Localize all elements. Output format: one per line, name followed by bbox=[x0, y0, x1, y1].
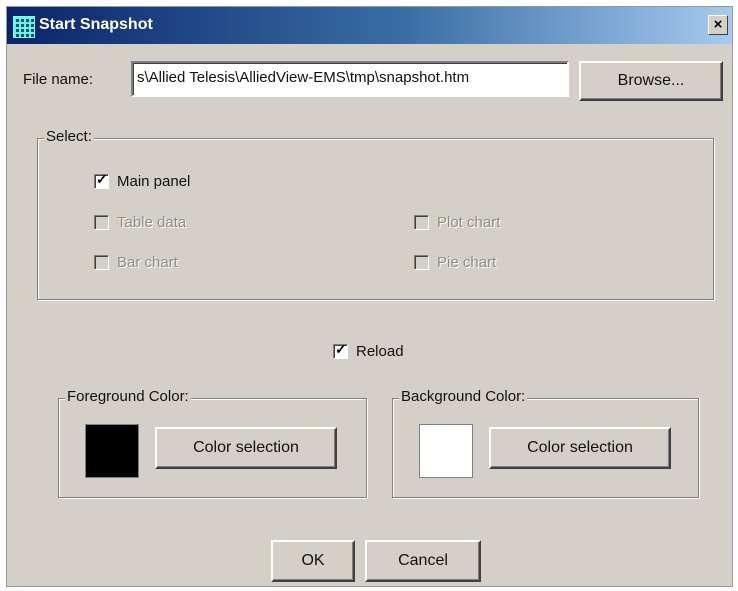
file-name-input[interactable]: s\Allied Telesis\AlliedView-EMS\tmp\snap… bbox=[131, 61, 569, 97]
main-panel-checkbox[interactable]: ✓ bbox=[94, 171, 109, 189]
main-panel-label: Main panel bbox=[117, 173, 191, 190]
select-group: Select: ✓ Main panel Table data Plot cha… bbox=[37, 128, 714, 300]
plot-chart-label: Plot chart bbox=[437, 214, 501, 231]
file-name-label: File name: bbox=[23, 71, 94, 88]
reload-checkbox[interactable]: ✓ bbox=[333, 341, 348, 359]
ok-button[interactable]: OK bbox=[271, 540, 355, 582]
bar-chart-label: Bar chart bbox=[117, 254, 178, 271]
reload-label: Reload bbox=[356, 343, 404, 360]
foreground-color-group: Foreground Color: Color selection bbox=[58, 388, 367, 498]
foreground-color-legend: Foreground Color: bbox=[65, 388, 191, 405]
main-panel-option[interactable]: ✓ Main panel bbox=[94, 171, 191, 190]
plot-chart-checkbox[interactable] bbox=[414, 215, 429, 230]
check-icon: ✓ bbox=[335, 341, 347, 357]
close-button[interactable]: × bbox=[708, 15, 728, 35]
grid-app-icon bbox=[13, 16, 35, 38]
window-title: Start Snapshot bbox=[39, 16, 153, 33]
close-icon: × bbox=[713, 16, 723, 33]
reload-option[interactable]: ✓ Reload bbox=[333, 341, 404, 360]
foreground-color-selection-button[interactable]: Color selection bbox=[155, 427, 337, 469]
start-snapshot-dialog: Start Snapshot × File name: s\Allied Tel… bbox=[6, 6, 733, 587]
pie-chart-label: Pie chart bbox=[437, 254, 497, 271]
table-data-checkbox[interactable] bbox=[94, 215, 109, 230]
plot-chart-option[interactable]: Plot chart bbox=[414, 214, 500, 231]
select-legend: Select: bbox=[44, 128, 94, 145]
table-data-label: Table data bbox=[117, 214, 187, 231]
title-bar[interactable]: Start Snapshot × bbox=[7, 7, 732, 44]
bar-chart-checkbox[interactable] bbox=[94, 255, 109, 270]
pie-chart-checkbox[interactable] bbox=[414, 255, 429, 270]
background-color-swatch bbox=[419, 424, 473, 478]
browse-button[interactable]: Browse... bbox=[579, 61, 723, 101]
table-data-option[interactable]: Table data bbox=[94, 214, 186, 231]
check-icon: ✓ bbox=[96, 171, 108, 187]
background-color-selection-button[interactable]: Color selection bbox=[489, 427, 671, 469]
background-color-group: Background Color: Color selection bbox=[392, 388, 699, 498]
cancel-button[interactable]: Cancel bbox=[365, 540, 481, 582]
bar-chart-option[interactable]: Bar chart bbox=[94, 254, 178, 271]
background-color-legend: Background Color: bbox=[399, 388, 528, 405]
foreground-color-swatch bbox=[85, 424, 139, 478]
pie-chart-option[interactable]: Pie chart bbox=[414, 254, 496, 271]
